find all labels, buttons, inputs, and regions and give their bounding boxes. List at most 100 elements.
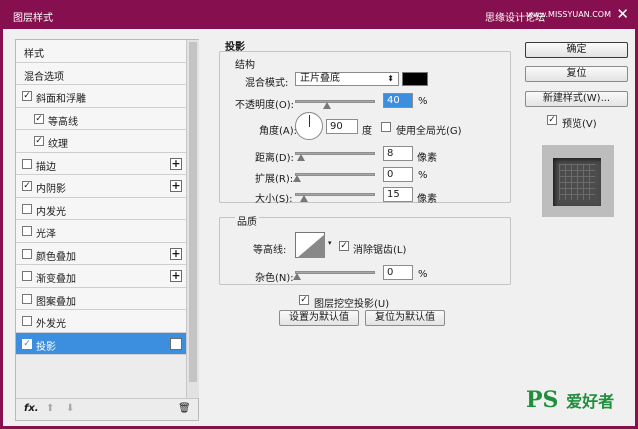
global-light-checkbox[interactable]	[381, 122, 391, 132]
add-effect-icon[interactable]: +	[170, 247, 182, 260]
spread-label: 扩展(R):	[255, 174, 294, 185]
size-slider-knob[interactable]	[300, 195, 308, 202]
sidebar-item-checkbox[interactable]: ✓	[34, 136, 44, 146]
sidebar-item-checkbox[interactable]: ✓	[22, 338, 32, 349]
shadow-color-swatch[interactable]	[402, 72, 428, 86]
angle-input[interactable]: 90	[326, 119, 358, 134]
size-unit: 像素	[417, 194, 437, 205]
antialias-label: 消除锯齿(L)	[353, 245, 407, 256]
move-down-icon[interactable]: ⬇	[66, 403, 74, 414]
sidebar-item-checkbox[interactable]	[22, 226, 32, 236]
preview-texture-grid	[559, 164, 595, 200]
distance-slider-knob[interactable]	[297, 154, 305, 161]
quality-title: 品质	[235, 213, 259, 228]
noise-slider[interactable]	[295, 271, 375, 274]
sidebar-item-checkbox[interactable]	[22, 316, 32, 326]
add-effect-icon[interactable]: +	[170, 180, 182, 192]
opacity-slider[interactable]	[295, 100, 375, 103]
sidebar-item-checkbox[interactable]: ✓	[34, 113, 44, 124]
blend-mode-select[interactable]: 正片叠底 ⬍	[295, 72, 399, 86]
title-bar: 图层样式 思缘设计论坛 www.MISSYUAN.COM ✕	[3, 3, 635, 29]
angle-dial[interactable]	[295, 112, 323, 140]
sidebar-item[interactable]: ✓ 内阴影 +	[16, 175, 186, 198]
fx-icon[interactable]: fx.	[24, 403, 39, 414]
sidebar-item[interactable]: 颜色叠加 +	[16, 242, 186, 265]
style-preview	[542, 145, 614, 217]
opacity-label: 不透明度(O):	[235, 100, 295, 111]
sidebar-item-label: 内发光	[36, 206, 66, 218]
size-label: 大小(S):	[255, 194, 293, 205]
sidebar-item-label: 等高线	[48, 116, 78, 128]
opacity-slider-knob[interactable]	[323, 102, 331, 109]
spread-slider-knob[interactable]	[293, 175, 301, 182]
sidebar-item-label: 图案叠加	[36, 296, 76, 308]
sidebar-item[interactable]: ✓ 纹理	[16, 130, 186, 153]
sidebar-item-checkbox[interactable]: ✓	[22, 181, 32, 191]
noise-slider-knob[interactable]	[293, 273, 301, 280]
sidebar-item-checkbox[interactable]	[22, 158, 32, 169]
blend-mode-label: 混合模式:	[245, 78, 289, 89]
sidebar-item-label: 斜面和浮雕	[36, 94, 86, 105]
sidebar-item-checkbox[interactable]: ✓	[22, 91, 32, 101]
spread-slider[interactable]	[295, 173, 375, 176]
contour-dropdown-icon[interactable]: ▾	[328, 239, 332, 247]
sidebar-item[interactable]: 外发光	[16, 310, 186, 333]
sidebar-item[interactable]: 光泽	[16, 220, 186, 243]
spread-unit: %	[418, 170, 428, 181]
spread-input[interactable]: 0	[383, 167, 413, 182]
sidebar-item-checkbox[interactable]	[22, 271, 32, 281]
sidebar-item-label: 光泽	[36, 229, 56, 240]
add-effect-icon[interactable]: +	[170, 337, 182, 350]
sidebar-item[interactable]: ✓ 等高线	[16, 107, 186, 130]
sidebar-item[interactable]: ✓ 斜面和浮雕	[16, 85, 186, 108]
ok-button[interactable]: 确定	[525, 42, 628, 58]
logo-main: PS	[526, 387, 559, 413]
sidebar-item[interactable]: ✓ 投影 +	[16, 332, 186, 355]
sidebar-item[interactable]: 描边 +	[16, 152, 186, 175]
preview-checkbox[interactable]: ✓	[547, 115, 557, 125]
new-style-button[interactable]: 新建样式(W)...	[525, 91, 628, 107]
reset-button[interactable]: 复位	[525, 66, 628, 82]
angle-label: 角度(A):	[259, 126, 298, 137]
size-input[interactable]: 15	[383, 187, 413, 202]
angle-dial-hand	[309, 115, 310, 127]
noise-label: 杂色(N):	[255, 273, 294, 284]
distance-slider[interactable]	[295, 152, 375, 155]
knockout-checkbox[interactable]: ✓	[299, 295, 309, 305]
opacity-input[interactable]: 40	[383, 93, 413, 108]
distance-unit: 像素	[417, 153, 437, 164]
scrollbar-thumb[interactable]	[189, 42, 197, 382]
blend-mode-value: 正片叠底	[300, 73, 340, 84]
knockout-label: 图层挖空投影(U)	[314, 299, 390, 310]
sidebar-item-label: 混合选项	[24, 71, 64, 83]
distance-label: 距离(D):	[255, 153, 294, 164]
make-default-button[interactable]: 设置为默认值	[279, 310, 359, 326]
sidebar-item[interactable]: 图案叠加	[16, 287, 186, 310]
sidebar-item[interactable]: 样式	[16, 40, 186, 63]
sidebar-item-label: 内阴影	[36, 184, 66, 195]
trash-icon[interactable]: 🗑	[178, 403, 191, 414]
noise-input[interactable]: 0	[383, 265, 413, 280]
sidebar-item-checkbox[interactable]	[22, 293, 32, 304]
distance-input[interactable]: 8	[383, 146, 413, 161]
window-title: 图层样式	[13, 13, 53, 24]
sidebar-item-checkbox[interactable]	[22, 248, 32, 259]
add-effect-icon[interactable]: +	[170, 270, 182, 282]
close-icon[interactable]: ✕	[616, 5, 629, 23]
sidebar-item[interactable]: 渐变叠加 +	[16, 265, 186, 288]
sidebar-item-label: 投影	[36, 341, 56, 353]
sidebar-item-checkbox[interactable]	[22, 203, 32, 214]
move-up-icon[interactable]: ⬆	[46, 403, 54, 414]
add-effect-icon[interactable]: +	[170, 157, 182, 170]
structure-title: 结构	[235, 60, 255, 71]
antialias-checkbox[interactable]: ✓	[339, 241, 349, 251]
contour-label: 等高线:	[253, 245, 287, 256]
contour-picker[interactable]	[295, 232, 325, 258]
sidebar-item[interactable]: 混合选项	[16, 62, 186, 85]
sidebar-item[interactable]: 内发光	[16, 197, 186, 220]
styles-scrollbar[interactable]	[186, 40, 199, 398]
sidebar-item-label: 描边	[36, 161, 56, 173]
noise-unit: %	[418, 269, 428, 280]
preview-tile	[553, 158, 601, 206]
reset-default-button[interactable]: 复位为默认值	[365, 310, 445, 326]
